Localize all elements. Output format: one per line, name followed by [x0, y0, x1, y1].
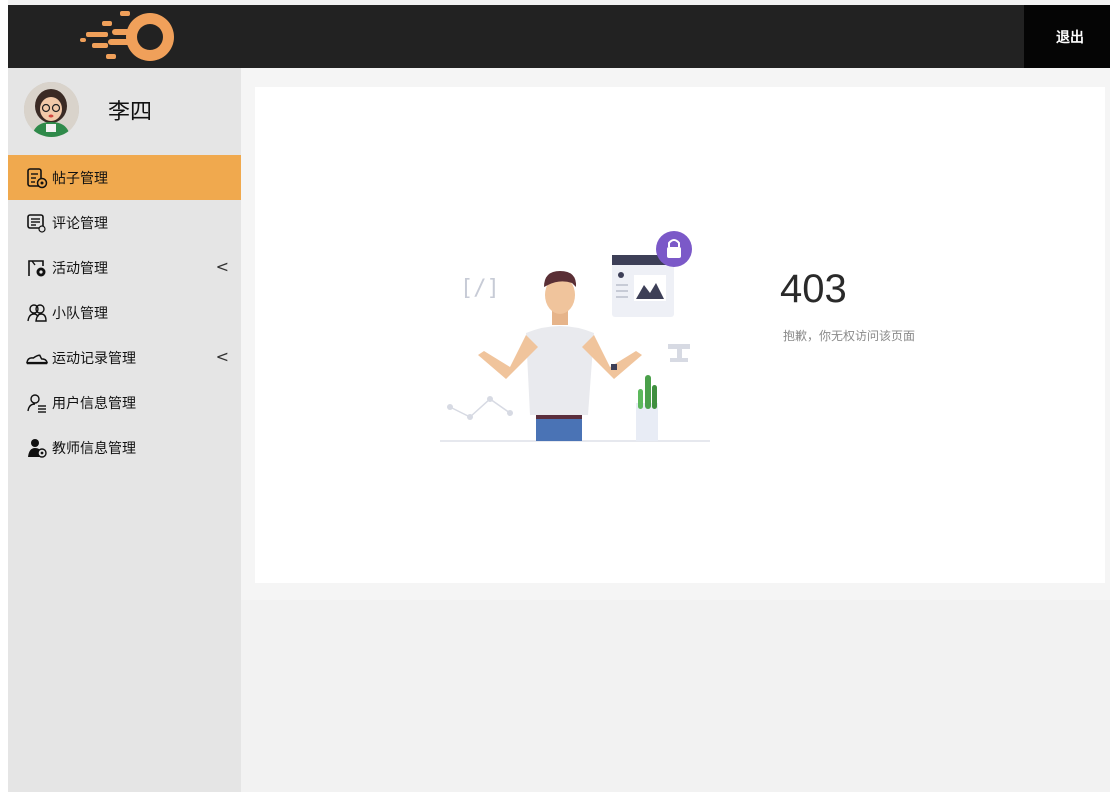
sidebar-item-posts[interactable]: 帖子管理: [8, 155, 241, 200]
sidebar-item-label: 评论管理: [52, 215, 108, 232]
user-profile: 李四: [8, 68, 241, 154]
window-edge: [0, 0, 8, 792]
sidebar-item-label: 活动管理: [52, 260, 108, 277]
sidebar-item-activities[interactable]: 活动管理 <: [8, 245, 241, 290]
sidebar: 李四 帖子管理 评论管理 活动管理 < 小队管理 运动记录管理 < 用户信息管理…: [8, 68, 241, 792]
top-bar: 退出: [8, 5, 1110, 68]
sidebar-item-label: 运动记录管理: [52, 350, 136, 367]
sidebar-item-label: 教师信息管理: [52, 440, 136, 457]
sidebar-item-teacher-info[interactable]: 教师信息管理: [8, 425, 241, 470]
post-manage-icon: [26, 167, 48, 189]
chevron-left-icon[interactable]: <: [216, 347, 229, 366]
logout-button[interactable]: 退出: [1024, 5, 1110, 68]
team-icon: [26, 302, 48, 324]
sidebar-menu: 帖子管理 评论管理 活动管理 < 小队管理 运动记录管理 < 用户信息管理 教师…: [8, 155, 241, 470]
app-window: 退出 李四 帖子管理 评论管理 活动管理 < 小队管理 运动记录管理 < 用户信…: [0, 0, 1110, 792]
error-code: 403: [780, 267, 847, 311]
comment-manage-icon: [26, 212, 48, 234]
sidebar-item-user-info[interactable]: 用户信息管理: [8, 380, 241, 425]
activity-manage-icon: [26, 257, 48, 279]
error-message: 抱歉，你无权访问该页面: [783, 329, 916, 343]
avatar[interactable]: [24, 82, 79, 137]
avatar-image: [24, 82, 79, 137]
username: 李四: [108, 100, 153, 125]
svg-text:[/]: [/]: [460, 276, 500, 301]
error-card: [/] 403 抱歉，你无权访问该页面: [255, 87, 1105, 583]
sidebar-item-teams[interactable]: 小队管理: [8, 290, 241, 335]
sidebar-item-label: 用户信息管理: [52, 395, 136, 412]
logo-icon: [80, 11, 174, 61]
forbidden-illustration: [/]: [440, 231, 710, 442]
shoe-icon: [26, 347, 48, 369]
teacher-icon: [26, 437, 48, 459]
sidebar-item-sport-records[interactable]: 运动记录管理 <: [8, 335, 241, 380]
sidebar-item-label: 小队管理: [52, 305, 108, 322]
chevron-left-icon[interactable]: <: [216, 257, 229, 276]
sidebar-item-comments[interactable]: 评论管理: [8, 200, 241, 245]
user-info-icon: [26, 392, 48, 414]
sidebar-item-label: 帖子管理: [52, 170, 108, 187]
